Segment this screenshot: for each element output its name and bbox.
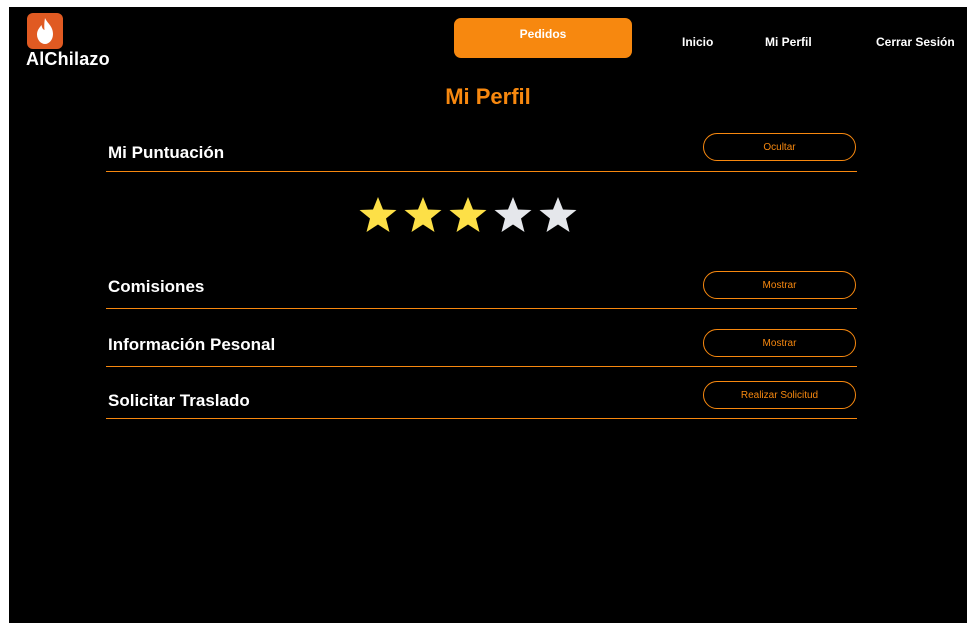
request-transfer-button[interactable]: Realizar Solicitud (703, 381, 856, 409)
brand-logo[interactable] (27, 13, 63, 49)
star-filled-icon (449, 197, 487, 232)
commissions-section: Comisiones Mostrar (106, 271, 857, 311)
nav-home-link[interactable]: Inicio (682, 35, 713, 49)
brand-name[interactable]: AlChilazo (26, 49, 110, 70)
section-divider (106, 308, 857, 309)
section-divider (106, 418, 857, 419)
star-empty-icon (494, 197, 532, 232)
star-empty-icon (539, 197, 577, 232)
star-filled-icon (404, 197, 442, 232)
star-filled-icon (359, 197, 397, 232)
section-divider (106, 171, 857, 172)
nav-logout-link[interactable]: Cerrar Sesión (876, 35, 955, 49)
show-commissions-button[interactable]: Mostrar (703, 271, 856, 299)
rating-stars (358, 195, 578, 235)
hide-rating-button[interactable]: Ocultar (703, 133, 856, 161)
nav-profile-link[interactable]: Mi Perfil (765, 35, 812, 49)
app-window: AlChilazo Pedidos Inicio Mi Perfil Cerra… (9, 7, 967, 623)
transfer-section: Solicitar Traslado Realizar Solicitud (106, 381, 857, 421)
nav-orders-button[interactable]: Pedidos (454, 18, 632, 58)
rating-section-label: Mi Puntuación (108, 143, 225, 162)
personal-info-section-label: Información Pesonal (108, 335, 276, 354)
section-divider (106, 366, 857, 367)
commissions-section-label: Comisiones (108, 277, 205, 296)
transfer-section-label: Solicitar Traslado (108, 391, 250, 410)
rating-section: Mi Puntuación Ocultar (106, 133, 857, 173)
flame-icon (37, 18, 53, 44)
show-personal-info-button[interactable]: Mostrar (703, 329, 856, 357)
page-title: Mi Perfil (445, 84, 531, 109)
personal-info-section: Información Pesonal Mostrar (106, 329, 857, 369)
